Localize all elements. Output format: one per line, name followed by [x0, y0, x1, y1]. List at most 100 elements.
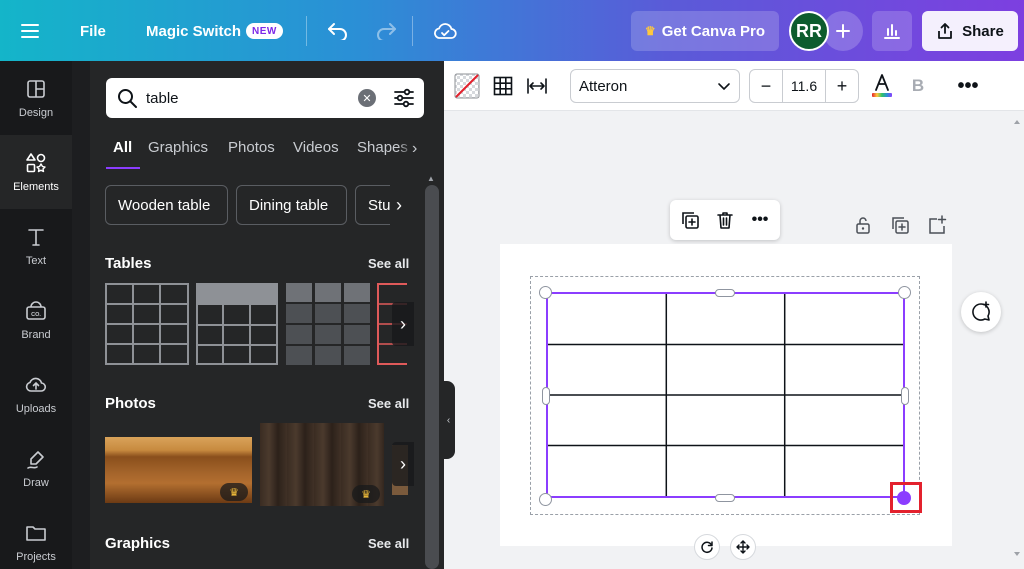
resize-handle-top[interactable] [715, 289, 735, 297]
section-title-tables: Tables [105, 255, 152, 272]
resize-handle-left[interactable] [542, 387, 550, 405]
cell-color-button[interactable] [453, 72, 481, 100]
suggestion-chip[interactable]: Wooden table [105, 185, 228, 225]
scroll-right-button[interactable]: › [392, 442, 414, 486]
rail-item-elements[interactable]: Elements [0, 135, 72, 209]
filter-icon[interactable] [392, 86, 416, 110]
rail-item-label: Draw [23, 477, 49, 489]
chevron-right-icon[interactable]: › [390, 185, 408, 225]
shapes-icon [26, 153, 46, 173]
increase-font-size-button[interactable]: + [826, 70, 858, 102]
tab-photos[interactable]: Photos [228, 139, 275, 156]
table-grid-button[interactable] [489, 72, 517, 100]
tab-videos[interactable]: Videos [293, 139, 339, 156]
chevron-down-icon [718, 83, 730, 91]
section-title-photos: Photos [105, 395, 156, 412]
get-canva-pro-button[interactable]: ♛ Get Canva Pro [631, 11, 779, 51]
insights-button[interactable] [872, 11, 912, 51]
see-all-graphics-link[interactable]: See all [368, 536, 409, 551]
table-thumbnail[interactable] [105, 283, 189, 365]
text-icon [28, 229, 44, 246]
add-page-icon[interactable] [927, 215, 947, 235]
photo-thumbnail[interactable]: ♛ [105, 437, 252, 503]
rotate-icon [701, 541, 713, 554]
tab-all[interactable]: All [113, 139, 132, 156]
font-name: Atteron [579, 77, 628, 95]
hamburger-menu-icon[interactable] [18, 19, 42, 43]
more-options-button[interactable]: ••• [748, 208, 772, 232]
cloud-upload-icon [25, 377, 47, 392]
divider [306, 16, 307, 46]
collapse-panel-handle[interactable]: ‹ [442, 381, 455, 459]
lock-icon[interactable] [853, 215, 873, 235]
undo-icon[interactable] [326, 19, 350, 43]
rail-item-label: Text [25, 255, 47, 267]
duplicate-icon [682, 212, 699, 229]
table-element[interactable] [546, 292, 905, 498]
cloud-saved-icon[interactable] [433, 19, 457, 43]
table-thumbnail[interactable] [196, 283, 278, 365]
user-avatar[interactable]: RR [789, 11, 829, 51]
photo-thumbnail[interactable]: ♛ [260, 423, 384, 506]
move-button[interactable] [730, 534, 756, 560]
resize-handle-bottom[interactable] [715, 494, 735, 502]
table-thumbnail[interactable] [286, 283, 370, 365]
file-menu-button[interactable]: File [70, 16, 116, 46]
share-button[interactable]: Share [922, 11, 1018, 51]
rail-item-label: Elements [13, 181, 59, 193]
draw-icon [27, 451, 44, 469]
rotate-button[interactable] [694, 534, 720, 560]
section-title-graphics: Graphics [105, 535, 171, 552]
panel-edge [72, 61, 90, 569]
text-color-button[interactable] [870, 72, 894, 100]
layout-icon [27, 80, 45, 98]
rail-item-draw[interactable]: Draw [0, 431, 72, 505]
brand-icon: CO. [26, 301, 46, 320]
divider [412, 16, 413, 46]
search-box[interactable]: ✕ [106, 78, 424, 118]
rail-item-brand[interactable]: CO. Brand [0, 283, 72, 357]
bar-chart-icon [884, 24, 900, 39]
magic-switch-button[interactable]: Magic Switch [136, 16, 251, 46]
duplicate-button[interactable] [678, 208, 702, 232]
font-size-input[interactable]: 11.6 [782, 70, 826, 102]
rail-item-label: Design [18, 107, 54, 119]
panel-scrollbar[interactable] [425, 185, 439, 569]
bold-button[interactable]: B [906, 72, 930, 100]
decrease-font-size-button[interactable]: − [750, 70, 782, 102]
search-input[interactable] [146, 86, 346, 110]
resize-handle-top-left[interactable] [539, 286, 552, 299]
rail-item-design[interactable]: Design [0, 61, 72, 135]
add-member-button[interactable] [823, 11, 863, 51]
rail-item-text[interactable]: Text [0, 209, 72, 283]
add-comment-button[interactable] [961, 292, 1001, 332]
tab-graphics[interactable]: Graphics [148, 139, 208, 156]
plus-icon [836, 24, 850, 38]
premium-crown-icon: ♛ [352, 485, 380, 503]
redo-icon[interactable] [374, 19, 398, 43]
more-options-button[interactable]: ••• [954, 72, 982, 100]
crown-icon: ♛ [644, 24, 656, 38]
font-family-dropdown[interactable]: Atteron [570, 69, 740, 103]
rail-item-uploads[interactable]: Uploads [0, 357, 72, 431]
duplicate-page-icon[interactable] [890, 215, 910, 235]
canvas-scrollbar[interactable] [1013, 118, 1021, 558]
table-grid [548, 294, 903, 496]
spacing-icon [527, 78, 547, 94]
see-all-photos-link[interactable]: See all [368, 396, 409, 411]
see-all-tables-link[interactable]: See all [368, 256, 409, 271]
rail-item-label: Projects [16, 551, 56, 563]
comment-icon [972, 301, 990, 321]
rail-item-projects[interactable]: Projects [0, 505, 72, 569]
resize-handle-bottom-left[interactable] [539, 493, 552, 506]
element-floating-toolbar: ••• [670, 200, 780, 240]
resize-handle-top-right[interactable] [898, 286, 911, 299]
clear-search-icon[interactable]: ✕ [358, 89, 376, 107]
suggestion-chip[interactable]: Dining table [236, 185, 347, 225]
delete-button[interactable] [713, 208, 737, 232]
spacing-button[interactable] [523, 72, 551, 100]
resize-handle-right[interactable] [901, 387, 909, 405]
scroll-up-icon[interactable]: ▲ [427, 174, 437, 183]
scroll-right-button[interactable]: › [392, 302, 414, 346]
chevron-right-icon[interactable]: › [412, 140, 426, 157]
